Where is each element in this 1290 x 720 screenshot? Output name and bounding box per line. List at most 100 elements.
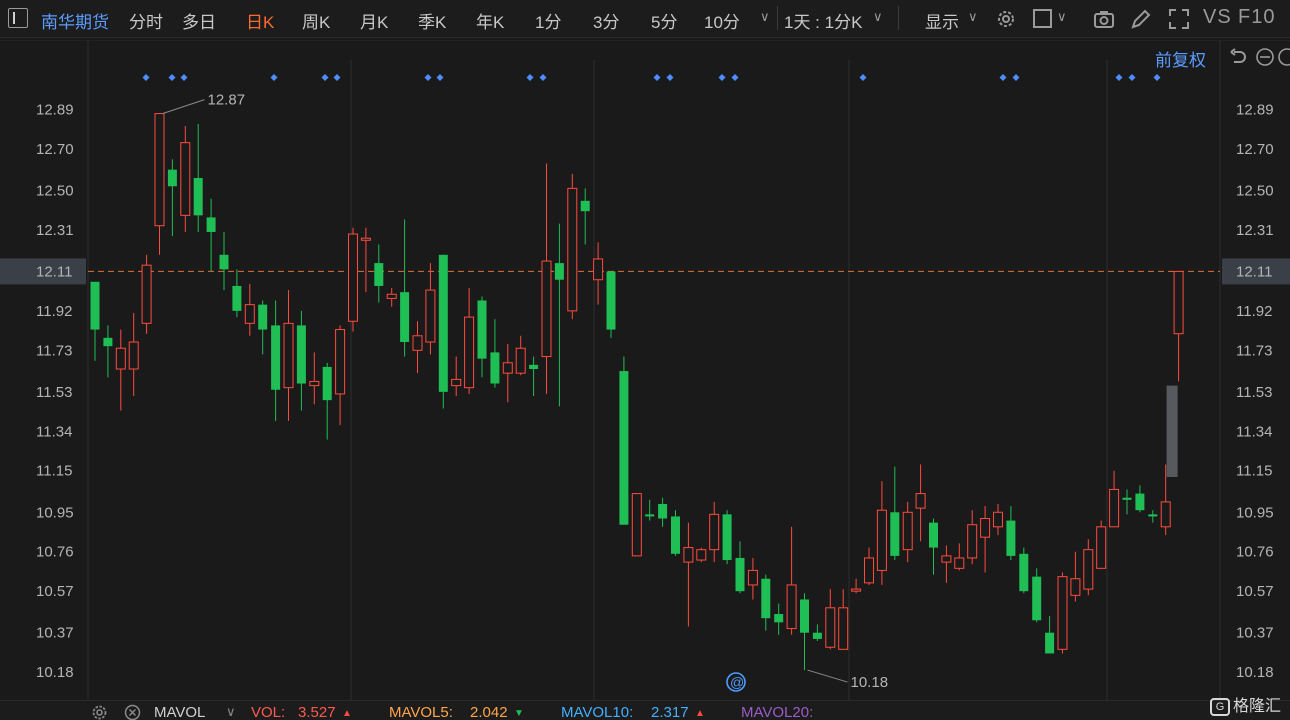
toolbar-divider bbox=[777, 6, 778, 30]
y-tick-left-12.11: 12.11 bbox=[36, 263, 72, 280]
candle-body-down bbox=[374, 263, 384, 286]
candle-body-up bbox=[876, 509, 887, 571]
period-tab-yearly[interactable]: 年K bbox=[476, 8, 504, 33]
layout-chevron-icon[interactable]: ∨ bbox=[1057, 9, 1067, 25]
event-marker-diamond bbox=[731, 74, 739, 81]
event-marker-diamond bbox=[539, 74, 547, 81]
candle-body-up bbox=[154, 113, 165, 227]
fullscreen-icon[interactable] bbox=[1168, 8, 1190, 30]
candle-body-down bbox=[735, 557, 745, 592]
candle-body-up bbox=[954, 557, 965, 569]
candle-body-down bbox=[296, 325, 306, 384]
period-tab-multiday[interactable]: 多日 bbox=[182, 8, 216, 33]
indicator-chevron-icon[interactable]: ∨ bbox=[226, 704, 236, 720]
candle-body-down bbox=[800, 599, 809, 633]
event-marker-diamond bbox=[1115, 74, 1123, 81]
y-tick-left-11.73: 11.73 bbox=[36, 342, 72, 359]
indicator-name[interactable]: MAVOL bbox=[154, 704, 205, 720]
settings-gear-icon[interactable] bbox=[995, 8, 1017, 30]
y-tick-left-12.70: 12.70 bbox=[36, 141, 74, 158]
candle-body-up bbox=[1070, 578, 1081, 596]
y-tick-right-11.34: 11.34 bbox=[1236, 423, 1272, 440]
vs-compare-button[interactable]: VS bbox=[1203, 6, 1232, 29]
candle-body-down bbox=[1135, 493, 1145, 511]
toolbar: 南华期货 分时 多日 日K 周K 月K 季K 年K 1分 3分 5分 10分 ∨… bbox=[0, 0, 1290, 38]
candle-body-up bbox=[915, 493, 926, 509]
candle-body-up bbox=[902, 511, 913, 551]
candle-body-down bbox=[1148, 514, 1158, 517]
candle-body-down bbox=[232, 285, 242, 311]
candle-body-up bbox=[864, 557, 874, 584]
pen-draw-icon[interactable] bbox=[1130, 8, 1152, 30]
more-periods-chevron-icon[interactable]: ∨ bbox=[760, 9, 770, 25]
period-tab-10min[interactable]: 10分 bbox=[704, 8, 740, 33]
vol-value: 3.527 bbox=[298, 704, 336, 720]
candle-body-up bbox=[141, 264, 152, 324]
candle-body-down bbox=[258, 304, 268, 330]
period-tab-1min[interactable]: 1分 bbox=[535, 8, 561, 33]
event-marker-diamond bbox=[1153, 74, 1161, 81]
candle-body-down bbox=[1019, 553, 1029, 592]
camera-icon[interactable] bbox=[1093, 8, 1115, 30]
candle-body-down bbox=[90, 281, 100, 330]
y-tick-right-10.37: 10.37 bbox=[1236, 625, 1274, 642]
y-tick-right-10.76: 10.76 bbox=[1236, 544, 1274, 561]
y-tick-left-10.37: 10.37 bbox=[36, 625, 74, 642]
candle-body-up bbox=[709, 513, 720, 551]
candle-body-down bbox=[1122, 497, 1132, 500]
candle-body-down bbox=[580, 200, 590, 212]
candle-body-down bbox=[400, 292, 410, 343]
candle-body-down bbox=[529, 364, 539, 370]
candle-body-up bbox=[128, 341, 139, 370]
mavol5-down-arrow-icon: ▼ bbox=[514, 708, 524, 719]
candle-body-up bbox=[412, 335, 423, 351]
candle-body-down bbox=[658, 503, 668, 519]
menu-button[interactable] bbox=[8, 8, 28, 28]
interval-chevron-icon[interactable]: ∨ bbox=[873, 9, 883, 25]
candle-body-up bbox=[631, 493, 642, 557]
period-tab-5min[interactable]: 5分 bbox=[651, 8, 677, 33]
candle-body-down bbox=[103, 337, 113, 347]
candle-body-up bbox=[1109, 488, 1120, 528]
period-tab-3min[interactable]: 3分 bbox=[593, 8, 619, 33]
candle-body-up bbox=[541, 260, 552, 358]
event-marker-diamond bbox=[1012, 74, 1020, 81]
candle-body-down bbox=[645, 514, 655, 517]
indicator-settings-gear-icon[interactable] bbox=[91, 704, 108, 720]
period-tab-quarterly[interactable]: 季K bbox=[418, 8, 446, 33]
candle-body-down bbox=[606, 271, 616, 330]
candle-body-up bbox=[1057, 576, 1068, 650]
y-tick-left-10.95: 10.95 bbox=[36, 504, 74, 521]
kline-chart[interactable]: 12.89 12.89 12.70 12.70 12.50 12.50 12.31 12.31… bbox=[0, 40, 1290, 700]
indicator-close-icon[interactable] bbox=[124, 704, 141, 720]
event-marker-diamond bbox=[180, 74, 188, 81]
mavol5-label: MAVOL5: bbox=[389, 704, 453, 720]
period-tab-minute[interactable]: 分时 bbox=[129, 8, 163, 33]
candle-body-up bbox=[335, 329, 346, 395]
candle-body-up bbox=[180, 142, 191, 216]
candle-body-down bbox=[1006, 520, 1016, 556]
candle-body-down bbox=[193, 177, 203, 216]
candle-body-down bbox=[490, 352, 500, 384]
candle-body-up bbox=[683, 547, 694, 563]
low-price-label: 10.18 bbox=[851, 674, 889, 691]
event-marker-diamond bbox=[526, 74, 534, 81]
period-tab-daily[interactable]: 日K bbox=[246, 8, 274, 33]
stock-name[interactable]: 南华期货 bbox=[41, 8, 109, 33]
display-chevron-icon[interactable]: ∨ bbox=[968, 9, 978, 25]
y-tick-right-12.31: 12.31 bbox=[1236, 222, 1274, 239]
logo-mark-icon: G bbox=[1210, 697, 1230, 716]
y-tick-right-10.57: 10.57 bbox=[1236, 583, 1274, 600]
period-tab-monthly[interactable]: 月K bbox=[360, 8, 388, 33]
candle-body-down bbox=[722, 514, 732, 561]
mavol5-value: 2.042 bbox=[470, 704, 508, 720]
f10-button[interactable]: F10 bbox=[1238, 6, 1275, 29]
mavol10-up-arrow-icon: ▲ bbox=[695, 708, 705, 719]
candle-body-up bbox=[1083, 549, 1094, 590]
period-tab-weekly[interactable]: 周K bbox=[302, 8, 330, 33]
event-marker-diamond bbox=[270, 74, 278, 81]
interval-select[interactable]: 1天 : 1分K bbox=[784, 8, 862, 33]
square-layout-icon[interactable] bbox=[1032, 8, 1054, 30]
display-menu[interactable]: 显示 bbox=[925, 8, 959, 33]
y-tick-right-12.70: 12.70 bbox=[1236, 141, 1274, 158]
